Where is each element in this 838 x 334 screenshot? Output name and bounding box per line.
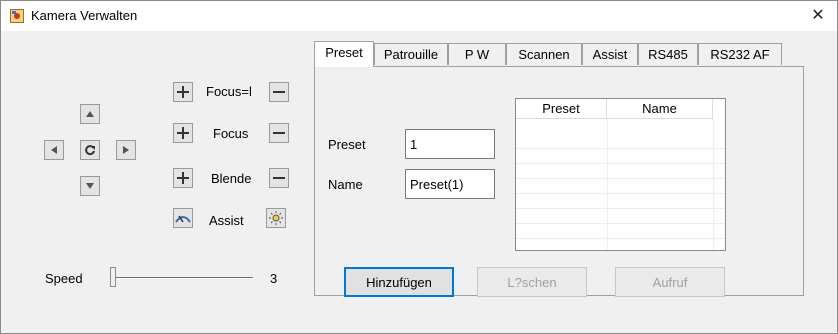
arrow-left-icon [51, 146, 57, 154]
plus-icon [177, 127, 189, 139]
name-field-label: Name [328, 177, 363, 192]
assist-label: Assist [209, 213, 244, 228]
grid-line [516, 194, 725, 209]
preset-list[interactable]: Preset Name [515, 98, 726, 251]
iris-plus-button[interactable] [173, 168, 193, 188]
column-header-name[interactable]: Name [607, 99, 713, 119]
focus-near-minus-button[interactable] [269, 82, 289, 102]
light-bulb-icon [269, 211, 283, 225]
preset-number-input[interactable] [405, 129, 495, 159]
tab-rs485[interactable]: RS485 [638, 43, 698, 65]
column-header-preset[interactable]: Preset [516, 99, 607, 119]
iris-minus-button[interactable] [269, 168, 289, 188]
tab-rs232-af[interactable]: RS232 AF [698, 43, 782, 65]
grid-line [516, 164, 725, 179]
light-button[interactable] [266, 208, 286, 228]
add-preset-button[interactable]: Hinzufügen [344, 267, 454, 297]
home-reset-button[interactable] [80, 140, 100, 160]
grid-line [516, 134, 725, 149]
window-title: Kamera Verwalten [31, 8, 138, 23]
pan-right-button[interactable] [116, 140, 136, 160]
grid-line [516, 224, 725, 239]
delete-preset-button[interactable]: L?schen [477, 267, 587, 297]
speed-slider-track[interactable] [113, 277, 253, 279]
arrow-down-icon [86, 183, 94, 189]
minus-icon [273, 177, 285, 179]
title-bar: Kamera Verwalten ✕ [1, 1, 837, 32]
tab-preset[interactable]: Preset [314, 41, 374, 67]
tilt-down-button[interactable] [80, 176, 100, 196]
call-preset-button[interactable]: Aufruf [615, 267, 725, 297]
iris-label: Blende [211, 171, 252, 186]
grid-line [516, 149, 725, 164]
tab-assist[interactable]: Assist [582, 43, 638, 65]
pan-left-button[interactable] [44, 140, 64, 160]
close-icon[interactable]: ✕ [806, 6, 830, 26]
refresh-icon [85, 145, 95, 156]
focus-minus-button[interactable] [269, 123, 289, 143]
minus-icon [273, 91, 285, 93]
camera-manager-window: Kamera Verwalten ✕ Focus=l Focus Blende [0, 0, 838, 334]
wiper-icon [175, 215, 191, 223]
app-icon [10, 9, 24, 23]
grid-line [516, 179, 725, 194]
preset-field-label: Preset [328, 137, 366, 152]
tab-scannen[interactable]: Scannen [506, 43, 582, 65]
focus-near-label: Focus=l [206, 84, 252, 99]
minus-icon [273, 132, 285, 134]
speed-label: Speed [45, 271, 83, 286]
wiper-button[interactable] [173, 208, 193, 228]
focus-near-plus-button[interactable] [173, 82, 193, 102]
grid-line [516, 209, 725, 224]
speed-value: 3 [270, 271, 278, 286]
speed-slider-thumb[interactable] [110, 267, 116, 287]
preset-name-input[interactable] [405, 169, 495, 199]
plus-icon [177, 172, 189, 184]
focus-plus-button[interactable] [173, 123, 193, 143]
arrow-up-icon [86, 111, 94, 117]
tab-patrouille[interactable]: Patrouille [374, 43, 448, 65]
focus-label: Focus [213, 126, 249, 141]
arrow-right-icon [123, 146, 129, 154]
plus-icon [177, 86, 189, 98]
tab-p-w[interactable]: P W [448, 43, 506, 65]
tilt-up-button[interactable] [80, 104, 100, 124]
